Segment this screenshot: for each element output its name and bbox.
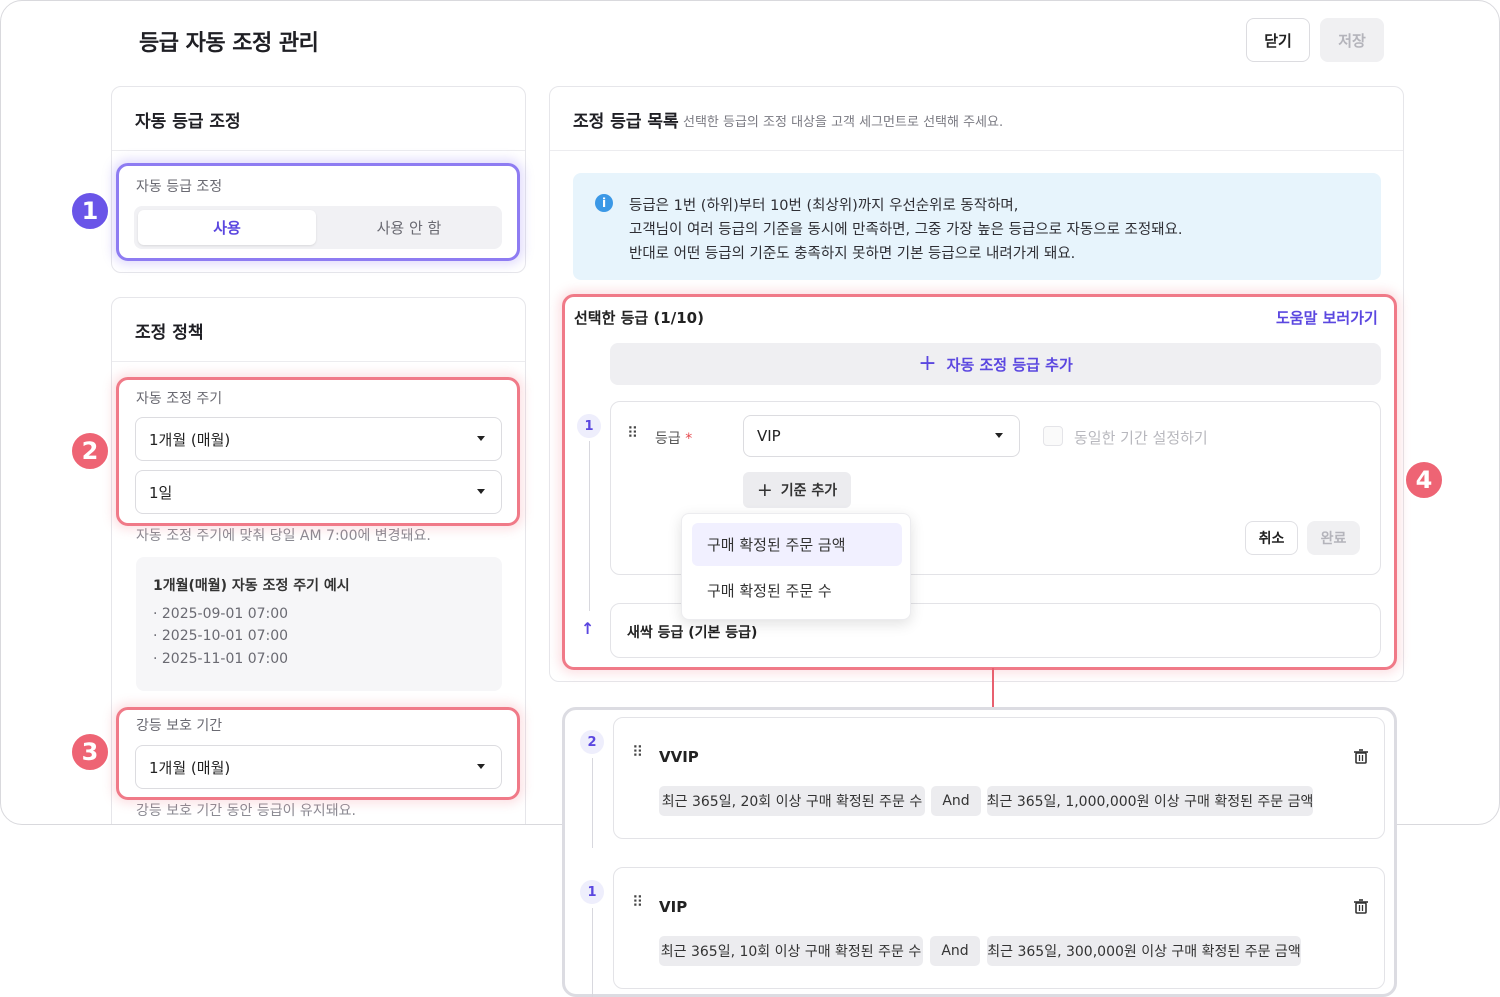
info-icon: i xyxy=(595,194,613,212)
order-line xyxy=(592,908,593,997)
grade-card: ⠿ VIP 최근 365일, 10회 이상 구매 확정된 주문 수 And 최근… xyxy=(613,867,1385,989)
grade-list-title: 조정 등급 목록 xyxy=(573,112,679,132)
highlight-frame-1 xyxy=(116,163,520,261)
callout-badge: 1 xyxy=(70,191,110,231)
and-chip: And xyxy=(931,786,981,816)
criteria-chip: 최근 365일, 1,000,000원 이상 구매 확정된 주문 금액 xyxy=(987,786,1313,816)
callout-badge: 2 xyxy=(70,431,110,471)
app-window: 등급 자동 조정 관리 닫기 저장 자동 등급 조정 자동 등급 조정 사용 사… xyxy=(0,0,1500,825)
grade-card-name: VIP xyxy=(659,898,688,916)
page-title: 등급 자동 조정 관리 xyxy=(139,31,319,56)
cycle-hint: 자동 조정 주기에 맞춰 당일 AM 7:00에 변경돼요. xyxy=(136,528,431,544)
criteria-chip: 최근 365일, 10회 이상 구매 확정된 주문 수 xyxy=(659,936,923,966)
grade-list-header: 조정 등급 목록 선택한 등급의 조정 대상을 고객 세그먼트로 선택해 주세요… xyxy=(550,87,1403,151)
example-date: · 2025-11-01 07:00 xyxy=(153,651,289,667)
highlight-frame-2 xyxy=(116,377,520,526)
highlight-frame-3 xyxy=(116,707,520,800)
callout-badge: 3 xyxy=(70,732,110,772)
criteria-chip: 최근 365일, 20회 이상 구매 확정된 주문 수 xyxy=(659,786,925,816)
save-button[interactable]: 저장 xyxy=(1320,18,1384,62)
example-title: 1개월(매월) 자동 조정 주기 예시 xyxy=(153,578,350,594)
grade-card-name: VVIP xyxy=(659,748,699,766)
grade-list-subtitle: 선택한 등급의 조정 대상을 고객 세그먼트로 선택해 주세요. xyxy=(683,115,1004,130)
order-badge: 2 xyxy=(580,730,604,754)
order-line xyxy=(592,758,593,848)
trash-icon[interactable] xyxy=(1354,899,1368,914)
example-date: · 2025-10-01 07:00 xyxy=(153,628,289,644)
trash-icon[interactable] xyxy=(1354,749,1368,764)
order-badge: 1 xyxy=(580,880,604,904)
highlight-frame-4 xyxy=(562,294,1397,670)
auto-grade-panel-header: 자동 등급 조정 xyxy=(112,87,525,151)
protect-hint: 강등 보호 기간 동안 등급이 유지돼요. xyxy=(136,803,356,819)
info-line: 반대로 어떤 등급의 기준도 충족하지 못하면 기본 등급으로 내려가게 돼요. xyxy=(629,246,1076,262)
drag-handle-icon[interactable]: ⠿ xyxy=(632,895,643,910)
cycle-example-box: 1개월(매월) 자동 조정 주기 예시 · 2025-09-01 07:00 ·… xyxy=(136,557,502,691)
criteria-chip: 최근 365일, 300,000원 이상 구매 확정된 주문 금액 xyxy=(987,936,1301,966)
drag-handle-icon[interactable]: ⠿ xyxy=(632,745,643,760)
grade-card: ⠿ VVIP 최근 365일, 20회 이상 구매 확정된 주문 수 And 최… xyxy=(613,717,1385,839)
policy-panel-header: 조정 정책 xyxy=(112,298,525,362)
policy-panel-title: 조정 정책 xyxy=(135,323,204,343)
example-date: · 2025-09-01 07:00 xyxy=(153,606,289,622)
stage: 등급 자동 조정 관리 닫기 저장 자동 등급 조정 자동 등급 조정 사용 사… xyxy=(0,0,1500,997)
callout-badge: 4 xyxy=(1404,460,1444,500)
result-overlay: 2 ⠿ VVIP 최근 365일, 20회 이상 구매 확정된 주문 수 And… xyxy=(562,707,1397,997)
info-line: 고객님이 여러 등급의 기준을 동시에 만족하면, 그중 가장 높은 등급으로 … xyxy=(629,222,1183,238)
info-line: 등급은 1번 (하위)부터 10번 (최상위)까지 우선순위로 동작하며, xyxy=(629,198,1019,214)
close-button[interactable]: 닫기 xyxy=(1246,18,1310,62)
auto-grade-panel-title: 자동 등급 조정 xyxy=(135,112,241,132)
and-chip: And xyxy=(930,936,980,966)
